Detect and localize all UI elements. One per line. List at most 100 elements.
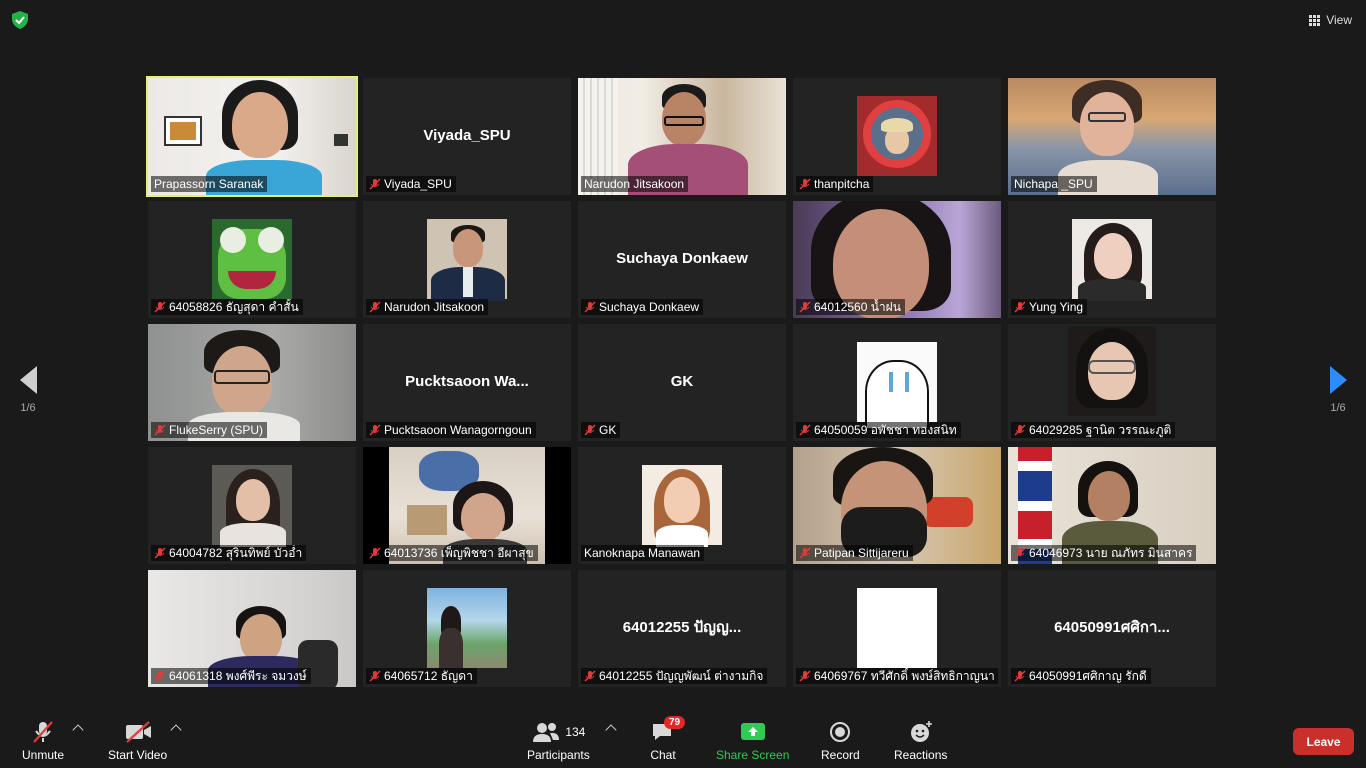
mic-muted-icon: [369, 424, 381, 436]
mic-muted-icon: [584, 424, 596, 436]
mic-muted-icon: [154, 670, 166, 682]
video-tile[interactable]: Yung Ying: [1008, 201, 1216, 318]
arrow-right-icon: [1329, 366, 1347, 394]
share-screen-icon: [740, 723, 765, 740]
video-off-icon: [125, 721, 151, 743]
leave-button[interactable]: Leave: [1293, 728, 1354, 755]
reactions-button[interactable]: Reactions: [894, 720, 947, 762]
share-screen-button[interactable]: Share Screen: [716, 720, 789, 762]
chat-label: Chat: [650, 748, 676, 762]
video-tile[interactable]: 64050991ศศิกา... 64050991ศศิกาญ รักดี: [1008, 570, 1216, 687]
video-tile[interactable]: 64058826 ธัญสุดา คำสั้น: [148, 201, 356, 318]
participant-name-label: 64061318 พงศ์พีระ จมวงษ์: [151, 668, 311, 684]
video-tile[interactable]: Viyada_SPU Viyada_SPU: [363, 78, 571, 195]
mic-muted-icon: [154, 424, 166, 436]
participant-name-label: Narudon Jitsakoon: [581, 176, 689, 192]
mic-muted-icon: [369, 178, 381, 190]
smiley-add-icon: [910, 721, 932, 742]
mic-muted-icon: [799, 424, 811, 436]
participant-name-label: 64012560 น้ำฝน: [796, 299, 905, 315]
video-tile[interactable]: 64069767 ทวีศักดิ์ พงษ์สิทธิกาญนา: [793, 570, 1001, 687]
video-tile[interactable]: Patipan Sittijareru: [793, 447, 1001, 564]
video-tile[interactable]: 64050059 อพัชชา ทองสนิท: [793, 324, 1001, 441]
video-tile[interactable]: 64046973 นาย ณภัทร มินสาคร: [1008, 447, 1216, 564]
unmute-label: Unmute: [22, 748, 65, 762]
participant-name-label: GK: [581, 422, 621, 438]
video-tile[interactable]: 64004782 สุรินทิพย์ บัวอ่ำ: [148, 447, 356, 564]
video-tile[interactable]: thanpitcha: [793, 78, 1001, 195]
video-options-caret[interactable]: [170, 724, 182, 736]
participant-name-label: 64069767 ทวีศักดิ์ พงษ์สิทธิกาญนา: [796, 668, 998, 684]
participant-name-label: Nichapa _SPU: [1011, 176, 1097, 192]
participant-name-label: 64013736 เพ็ญพิชชา อีผาสุข: [366, 545, 538, 561]
participant-display-name: 64050991ศศิกา...: [1054, 618, 1170, 636]
video-tile[interactable]: Suchaya Donkaew Suchaya Donkaew: [578, 201, 786, 318]
page-indicator-right: 1/6: [1330, 402, 1346, 414]
participant-name-label: 64046973 นาย ณภัทร มินสาคร: [1011, 545, 1197, 561]
participant-display-name: 64012255 ปัญญ...: [622, 618, 742, 636]
chat-unread-badge: 79: [664, 716, 686, 729]
participants-options-caret[interactable]: [605, 724, 617, 736]
record-label: Record: [821, 748, 860, 762]
video-tile[interactable]: 64029285 ฐานิต วรรณะภูติ: [1008, 324, 1216, 441]
video-tile[interactable]: 64012560 น้ำฝน: [793, 201, 1001, 318]
record-icon: [830, 722, 851, 742]
gallery-grid: Prapassorn Saranak Viyada_SPU Viyada_SPU…: [146, 76, 1216, 689]
mic-muted-icon: [1014, 547, 1026, 559]
participant-name-label: 64012255 ปัญญพัฒน์ ต่างามกิจ: [581, 668, 768, 684]
participant-name-label: Narudon Jitsakoon: [366, 299, 489, 315]
video-tile[interactable]: GK GK: [578, 324, 786, 441]
participant-name-label: 64058826 ธัญสุดา คำสั้น: [151, 299, 303, 315]
view-button[interactable]: View: [1309, 10, 1352, 30]
chat-button[interactable]: 79 Chat: [650, 716, 686, 762]
video-tile[interactable]: 64013736 เพ็ญพิชชา อีผาสุข: [363, 447, 571, 564]
participant-name-label: Patipan Sittijareru: [796, 545, 913, 561]
grid-view-icon: [1309, 14, 1321, 26]
mic-muted-icon: [799, 547, 811, 559]
participant-display-name: GK: [670, 372, 694, 390]
participants-count: 134: [565, 725, 586, 739]
video-tile[interactable]: 64065712 ธัญดา: [363, 570, 571, 687]
video-tile[interactable]: Pucktsaoon Wa... Pucktsaoon Wanagorngoun: [363, 324, 571, 441]
mic-muted-icon: [799, 178, 811, 190]
mic-muted-icon: [33, 721, 53, 743]
video-tile[interactable]: 64061318 พงศ์พีระ จมวงษ์: [148, 570, 356, 687]
participant-name-label: Pucktsaoon Wanagorngoun: [366, 422, 536, 438]
start-video-button[interactable]: Start Video: [108, 720, 167, 762]
audio-options-caret[interactable]: [72, 724, 84, 736]
participant-display-name: Pucktsaoon Wa...: [405, 372, 529, 390]
participant-name-label: Suchaya Donkaew: [581, 299, 704, 315]
next-page-button[interactable]: 1/6: [1326, 366, 1350, 414]
mic-muted-icon: [584, 301, 596, 313]
participant-name-label: FlukeSerry (SPU): [151, 422, 268, 438]
security-shield-icon[interactable]: [10, 10, 30, 30]
video-tile[interactable]: Narudon Jitsakoon: [578, 78, 786, 195]
participants-label: Participants: [527, 748, 590, 762]
mic-muted-icon: [369, 301, 381, 313]
video-tile[interactable]: Kanoknapa Manawan: [578, 447, 786, 564]
mic-muted-icon: [1014, 424, 1026, 436]
record-button[interactable]: Record: [821, 720, 860, 762]
video-tile[interactable]: Nichapa _SPU: [1008, 78, 1216, 195]
unmute-button[interactable]: Unmute: [22, 720, 64, 762]
start-video-label: Start Video: [108, 748, 168, 762]
participant-display-name: Suchaya Donkaew: [616, 249, 748, 267]
mic-muted-icon: [1014, 301, 1026, 313]
video-tile[interactable]: Prapassorn Saranak: [146, 76, 358, 197]
previous-page-button[interactable]: 1/6: [16, 366, 40, 414]
video-tile[interactable]: FlukeSerry (SPU): [148, 324, 356, 441]
reactions-label: Reactions: [894, 748, 948, 762]
mic-muted-icon: [154, 301, 166, 313]
participant-name-label: 64004782 สุรินทิพย์ บัวอ่ำ: [151, 545, 307, 561]
video-tile[interactable]: Narudon Jitsakoon: [363, 201, 571, 318]
arrow-left-icon: [19, 366, 37, 394]
mic-muted-icon: [584, 670, 596, 682]
mic-muted-icon: [799, 301, 811, 313]
mic-muted-icon: [154, 547, 166, 559]
mic-muted-icon: [369, 547, 381, 559]
participants-button[interactable]: 134 Participants: [527, 720, 590, 762]
participant-name-label: Viyada_SPU: [366, 176, 456, 192]
share-screen-label: Share Screen: [716, 748, 790, 762]
participant-name-label: Prapassorn Saranak: [151, 176, 268, 192]
video-tile[interactable]: 64012255 ปัญญ... 64012255 ปัญญพัฒน์ ต่าง…: [578, 570, 786, 687]
